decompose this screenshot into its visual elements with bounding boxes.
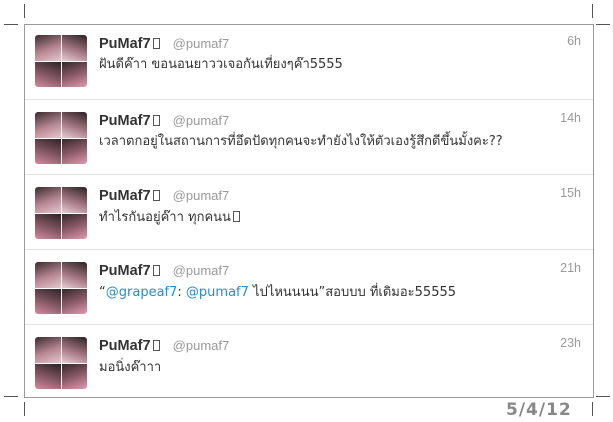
tweet-item[interactable]: PuMaf7 @pumaf7 14h เวลาตกอยู่ในสถานการที… — [25, 100, 593, 175]
avatar[interactable] — [35, 337, 87, 389]
display-name[interactable]: PuMaf7 — [99, 338, 151, 354]
user-handle[interactable]: @pumaf7 — [173, 188, 230, 203]
tweet-text: มอนิ่งค๊าาา — [99, 360, 162, 375]
mention-link[interactable]: @pumaf7 — [186, 285, 249, 300]
user-handle[interactable]: @pumaf7 — [173, 338, 230, 353]
tweet-text-rest: ไปไหนนนน”สอบบบ ที่เดิมอะ55555 — [248, 285, 457, 300]
emoji-glyph — [152, 38, 160, 49]
tweet-text: ทำไรกันอยู่ค๊าา ทุกคนน — [99, 210, 231, 225]
display-name[interactable]: PuMaf7 — [99, 188, 151, 204]
crop-mark — [596, 24, 610, 25]
crop-mark — [592, 402, 593, 416]
crop-mark — [592, 4, 593, 18]
emoji-glyph — [152, 115, 160, 126]
avatar[interactable] — [35, 187, 87, 239]
date-stamp: 5/4/12 — [506, 400, 572, 420]
tweet-timestamp[interactable]: 23h — [560, 336, 581, 350]
tweet-item[interactable]: PuMaf7 @pumaf7 15h ทำไรกันอยู่ค๊าา ทุกคน… — [25, 175, 593, 250]
user-handle[interactable]: @pumaf7 — [173, 36, 230, 51]
display-name[interactable]: PuMaf7 — [99, 113, 151, 129]
crop-mark — [4, 396, 18, 397]
tweet-item[interactable]: PuMaf7 @pumaf7 23h มอนิ่งค๊าาา — [25, 325, 593, 399]
tweet-timeline: PuMaf7 @pumaf7 6h ฝันดีค๊าา ขอนอนยาววเจอ… — [24, 24, 594, 398]
emoji-glyph — [152, 340, 160, 351]
tweet-timestamp[interactable]: 14h — [560, 111, 581, 125]
mention-link[interactable]: @grapeaf7 — [106, 285, 178, 300]
tweet-text: “@grapeaf7: @pumaf7 ไปไหนนนน”สอบบบ ที่เด… — [99, 281, 456, 302]
user-handle[interactable]: @pumaf7 — [173, 263, 230, 278]
display-name[interactable]: PuMaf7 — [99, 263, 151, 279]
crop-mark — [596, 396, 610, 397]
display-name[interactable]: PuMaf7 — [99, 36, 151, 52]
tweet-item[interactable]: PuMaf7 @pumaf7 6h ฝันดีค๊าา ขอนอนยาววเจอ… — [25, 25, 593, 100]
avatar[interactable] — [35, 112, 87, 164]
crop-mark — [4, 24, 18, 25]
tweet-text: เวลาตกอยู่ในสถานการที่อึดปัดทุกคนจะทำยัง… — [99, 134, 503, 149]
tweet-text: ฝันดีค๊าา ขอนอนยาววเจอกันเที่ยงๆค๊า5555 — [99, 57, 343, 72]
tweet-timestamp[interactable]: 6h — [567, 34, 581, 48]
avatar[interactable] — [35, 262, 87, 314]
emoji-glyph — [152, 265, 160, 276]
quote-mark: “ — [99, 285, 106, 300]
crop-mark — [24, 402, 25, 416]
avatar[interactable] — [35, 35, 87, 87]
emoji-glyph — [232, 211, 240, 222]
tweet-timestamp[interactable]: 21h — [560, 261, 581, 275]
colon: : — [177, 285, 182, 300]
tweet-item[interactable]: PuMaf7 @pumaf7 21h “@grapeaf7: @pumaf7 ไ… — [25, 250, 593, 325]
crop-mark — [24, 4, 25, 18]
tweet-timestamp[interactable]: 15h — [560, 186, 581, 200]
emoji-glyph — [152, 190, 160, 201]
user-handle[interactable]: @pumaf7 — [173, 113, 230, 128]
